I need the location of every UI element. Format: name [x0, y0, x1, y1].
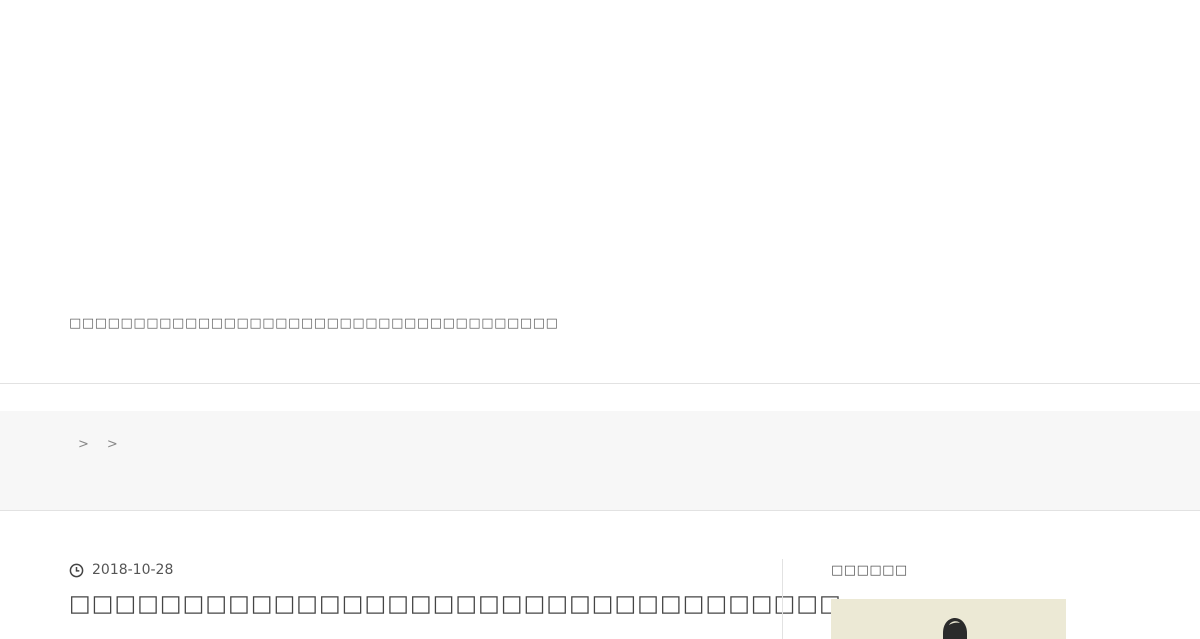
breadcrumb-separator: > [78, 437, 89, 452]
post-date: 2018-10-28 [69, 562, 173, 578]
clock-icon [69, 563, 84, 577]
content-divider [782, 559, 783, 639]
post-title: □□□□□□□□□□□□□□□□□□□□□□□□□□□□□□□□□□ [69, 591, 842, 617]
breadcrumb-separator: > [106, 437, 118, 452]
sidebar-heading: □□□□□□ [831, 563, 908, 578]
breadcrumb-bar: > > [0, 411, 1200, 511]
site-tagline: □□□□□□□□□□□□□□□□□□□□□□□□□□□□□□□□□□□□□□ [69, 316, 559, 331]
sidebar-profile-image [831, 599, 1066, 639]
breadcrumb: > > [69, 437, 127, 452]
post-date-text: 2018-10-28 [92, 562, 174, 578]
main-content: 2018-10-28 □□□□□□□□□□□□□□□□□□□□□□□□□□□□□… [0, 511, 1200, 639]
site-header: □□□□□□□□□□□□□□□□□□□□□□□□□□□□□□□□□□□□□□ [0, 0, 1200, 384]
profile-illustration-icon [943, 618, 967, 639]
